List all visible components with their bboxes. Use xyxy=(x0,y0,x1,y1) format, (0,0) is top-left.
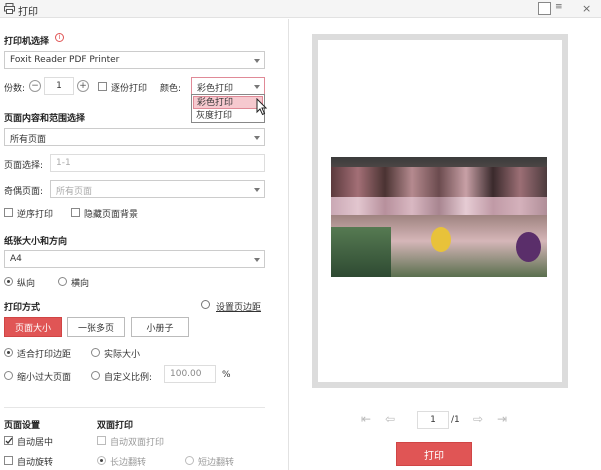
hide-background-checkbox[interactable] xyxy=(71,208,80,217)
divider xyxy=(4,407,265,408)
landscape-label: 横向 xyxy=(71,279,90,289)
duplex-title: 双面打印 xyxy=(97,421,134,431)
preview-image xyxy=(331,157,547,277)
fit-margin-radio[interactable] xyxy=(4,348,13,357)
page-range-section-title: 页面内容和范围选择 xyxy=(4,114,86,124)
window-title: 打印 xyxy=(18,7,38,18)
copies-label: 份数: xyxy=(4,84,26,94)
shrink-radio[interactable] xyxy=(4,371,13,380)
paper-size-select[interactable]: A4 xyxy=(4,250,265,268)
chevron-down-icon xyxy=(254,85,260,89)
check-icon xyxy=(5,437,13,444)
page-total-label: /1 xyxy=(451,415,460,425)
multiple-pages-button[interactable]: 一张多页 xyxy=(67,317,125,337)
decrement-button[interactable]: − xyxy=(29,80,41,92)
short-edge-radio[interactable] xyxy=(185,456,194,465)
fit-margin-label: 适合打印边距 xyxy=(17,350,72,360)
margin-settings-link[interactable]: 设置页边距 xyxy=(216,300,261,313)
reverse-label: 逆序打印 xyxy=(17,210,54,220)
info-icon[interactable]: i xyxy=(55,33,64,42)
long-edge-label: 长边翻转 xyxy=(110,458,147,468)
mouse-cursor-icon xyxy=(256,98,268,116)
color-select[interactable]: 彩色打印 xyxy=(191,77,265,95)
paper-section-title: 纸张大小和方向 xyxy=(4,237,68,247)
auto-duplex-checkbox[interactable] xyxy=(97,436,106,445)
long-edge-radio[interactable] xyxy=(97,456,106,465)
print-mode-section-title: 打印方式 xyxy=(4,303,41,313)
printer-select[interactable]: Foxit Reader PDF Printer xyxy=(4,51,265,69)
next-page-icon[interactable]: ⇨ xyxy=(473,412,483,426)
printer-section-title: 打印机选择 xyxy=(4,37,50,47)
page-size-button[interactable]: 页面大小 xyxy=(4,317,62,337)
page-settings-title: 页面设置 xyxy=(4,421,41,431)
actual-size-radio[interactable] xyxy=(91,348,100,357)
color-label: 颜色: xyxy=(160,84,182,94)
hide-background-label: 隐藏页面背景 xyxy=(84,210,139,220)
page-select-input[interactable]: 1-1 xyxy=(50,154,265,172)
color-option-gray[interactable]: 灰度打印 xyxy=(193,110,263,123)
title-bar: 打印 ≡ × xyxy=(0,0,601,18)
paper-size-select-value: A4 xyxy=(10,254,22,264)
last-page-icon[interactable]: ⇥ xyxy=(497,412,507,426)
chevron-down-icon xyxy=(254,136,260,140)
odd-even-label: 奇偶页面: xyxy=(4,187,44,197)
printer-select-value: Foxit Reader PDF Printer xyxy=(10,55,120,65)
auto-rotate-label: 自动旋转 xyxy=(17,458,54,468)
first-page-icon[interactable]: ⇤ xyxy=(361,412,371,426)
collate-checkbox[interactable] xyxy=(98,82,107,91)
color-option-color[interactable]: 彩色打印 xyxy=(193,96,263,109)
auto-duplex-label: 自动双面打印 xyxy=(110,438,165,448)
custom-scale-label: 自定义比例: xyxy=(104,373,153,383)
odd-even-select[interactable]: 所有页面 xyxy=(50,180,265,198)
print-button[interactable]: 打印 xyxy=(396,442,472,466)
short-edge-label: 短边翻转 xyxy=(198,458,235,468)
auto-center-checkbox[interactable] xyxy=(4,436,13,445)
percent-label: % xyxy=(222,370,231,380)
reverse-checkbox[interactable] xyxy=(4,208,13,217)
landscape-radio[interactable] xyxy=(58,277,67,286)
panel-divider xyxy=(288,19,289,470)
close-icon[interactable]: × xyxy=(582,2,591,15)
chevron-down-icon xyxy=(254,188,260,192)
view-toggle-icon[interactable] xyxy=(538,2,551,15)
color-options-list: 彩色打印 灰度打印 xyxy=(191,94,265,123)
shrink-label: 缩小过大页面 xyxy=(17,373,72,383)
portrait-radio[interactable] xyxy=(4,277,13,286)
portrait-label: 纵向 xyxy=(17,279,36,289)
auto-center-label: 自动居中 xyxy=(17,438,54,448)
actual-size-label: 实际大小 xyxy=(104,350,141,360)
custom-scale-input[interactable]: 100.00 xyxy=(164,365,216,383)
list-icon[interactable]: ≡ xyxy=(555,2,568,15)
custom-scale-radio[interactable] xyxy=(91,371,100,380)
page-number-input[interactable]: 1 xyxy=(417,411,449,429)
color-select-value: 彩色打印 xyxy=(197,84,234,94)
margin-settings-icon[interactable] xyxy=(201,300,210,309)
chevron-down-icon xyxy=(254,59,260,63)
page-select-label: 页面选择: xyxy=(4,161,44,171)
page-range-select-value: 所有页面 xyxy=(10,135,47,145)
odd-even-select-value: 所有页面 xyxy=(56,187,93,197)
auto-rotate-checkbox[interactable] xyxy=(4,456,13,465)
copies-input[interactable]: 1 xyxy=(44,77,74,95)
chevron-down-icon xyxy=(254,258,260,262)
prev-page-icon[interactable]: ⇦ xyxy=(385,412,395,426)
printer-icon xyxy=(4,3,15,14)
increment-button[interactable]: + xyxy=(77,80,89,92)
collate-label: 逐份打印 xyxy=(111,84,148,94)
page-range-select[interactable]: 所有页面 xyxy=(4,128,265,146)
booklet-button[interactable]: 小册子 xyxy=(131,317,189,337)
